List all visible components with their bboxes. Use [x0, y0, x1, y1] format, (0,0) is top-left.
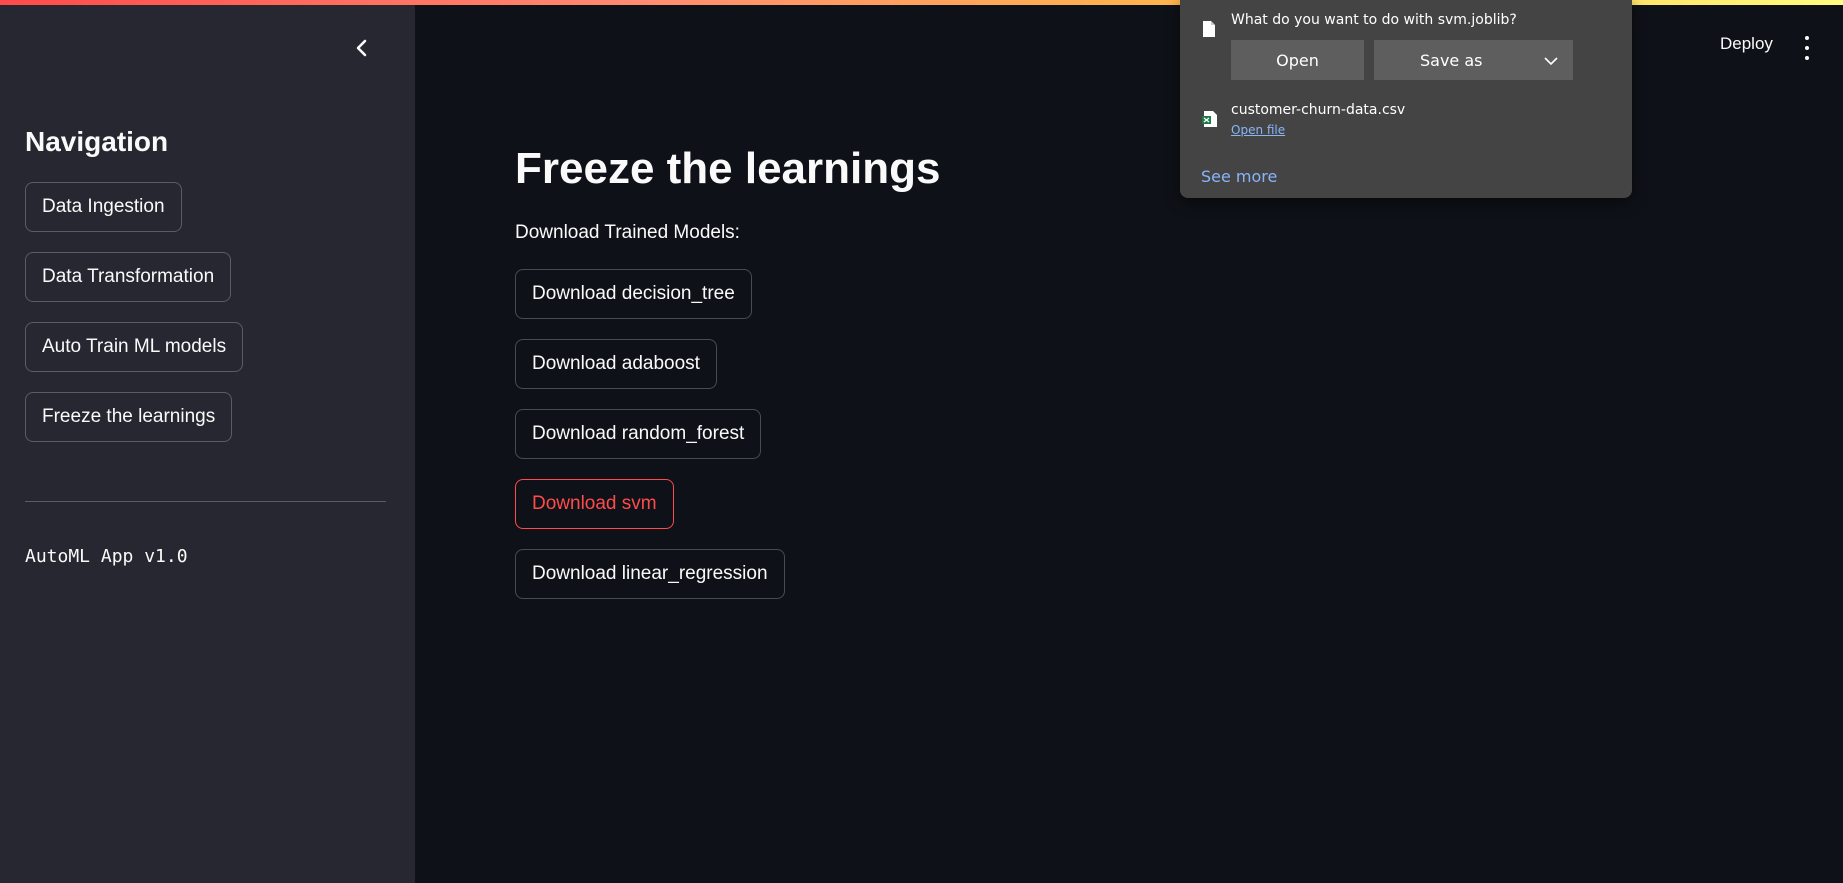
- app-version: AutoML App v1.0: [25, 546, 188, 567]
- chevron-down-icon[interactable]: [1543, 52, 1559, 71]
- save-as-label: Save as: [1420, 50, 1483, 70]
- sidebar-title: Navigation: [25, 126, 169, 157]
- save-as-button[interactable]: Save as: [1374, 40, 1573, 80]
- download-models-label: Download Trained Models:: [515, 222, 740, 243]
- open-file-link[interactable]: Open file: [1231, 123, 1285, 137]
- download-adaboost-button[interactable]: Download adaboost: [515, 339, 717, 389]
- sidebar-item-auto-train[interactable]: Auto Train ML models: [25, 322, 244, 372]
- deploy-button[interactable]: Deploy: [1720, 34, 1773, 54]
- main-menu-button[interactable]: [1800, 36, 1814, 60]
- see-more-link[interactable]: See more: [1201, 167, 1277, 186]
- download-linear-regression-button[interactable]: Download linear_regression: [515, 549, 785, 599]
- download-random-forest-button[interactable]: Download random_forest: [515, 409, 762, 459]
- sidebar-item-data-transformation[interactable]: Data Transformation: [25, 252, 232, 302]
- download-popup: What do you want to do with svm.joblib? …: [1180, 0, 1632, 198]
- kebab-menu-icon: [1805, 36, 1809, 40]
- open-download-button[interactable]: Open: [1231, 40, 1364, 80]
- download-decision-tree-button[interactable]: Download decision_tree: [515, 269, 752, 319]
- download-question: What do you want to do with svm.joblib?: [1231, 12, 1517, 28]
- sidebar-item-freeze-learnings[interactable]: Freeze the learnings: [25, 392, 233, 442]
- sidebar-divider: [25, 501, 386, 502]
- download-svm-button[interactable]: Download svm: [515, 479, 674, 529]
- page-title: Freeze the learnings: [515, 144, 941, 193]
- file-icon: [1202, 20, 1216, 42]
- chevron-left-icon: [355, 39, 369, 62]
- sidebar: Navigation Data Ingestion Data Transform…: [0, 0, 415, 883]
- sidebar-item-data-ingestion[interactable]: Data Ingestion: [25, 182, 182, 232]
- collapse-sidebar-button[interactable]: [350, 38, 374, 62]
- excel-file-icon: [1202, 110, 1218, 132]
- recent-download-name[interactable]: customer-churn-data.csv: [1231, 102, 1405, 118]
- app-root: Navigation Data Ingestion Data Transform…: [0, 0, 1843, 883]
